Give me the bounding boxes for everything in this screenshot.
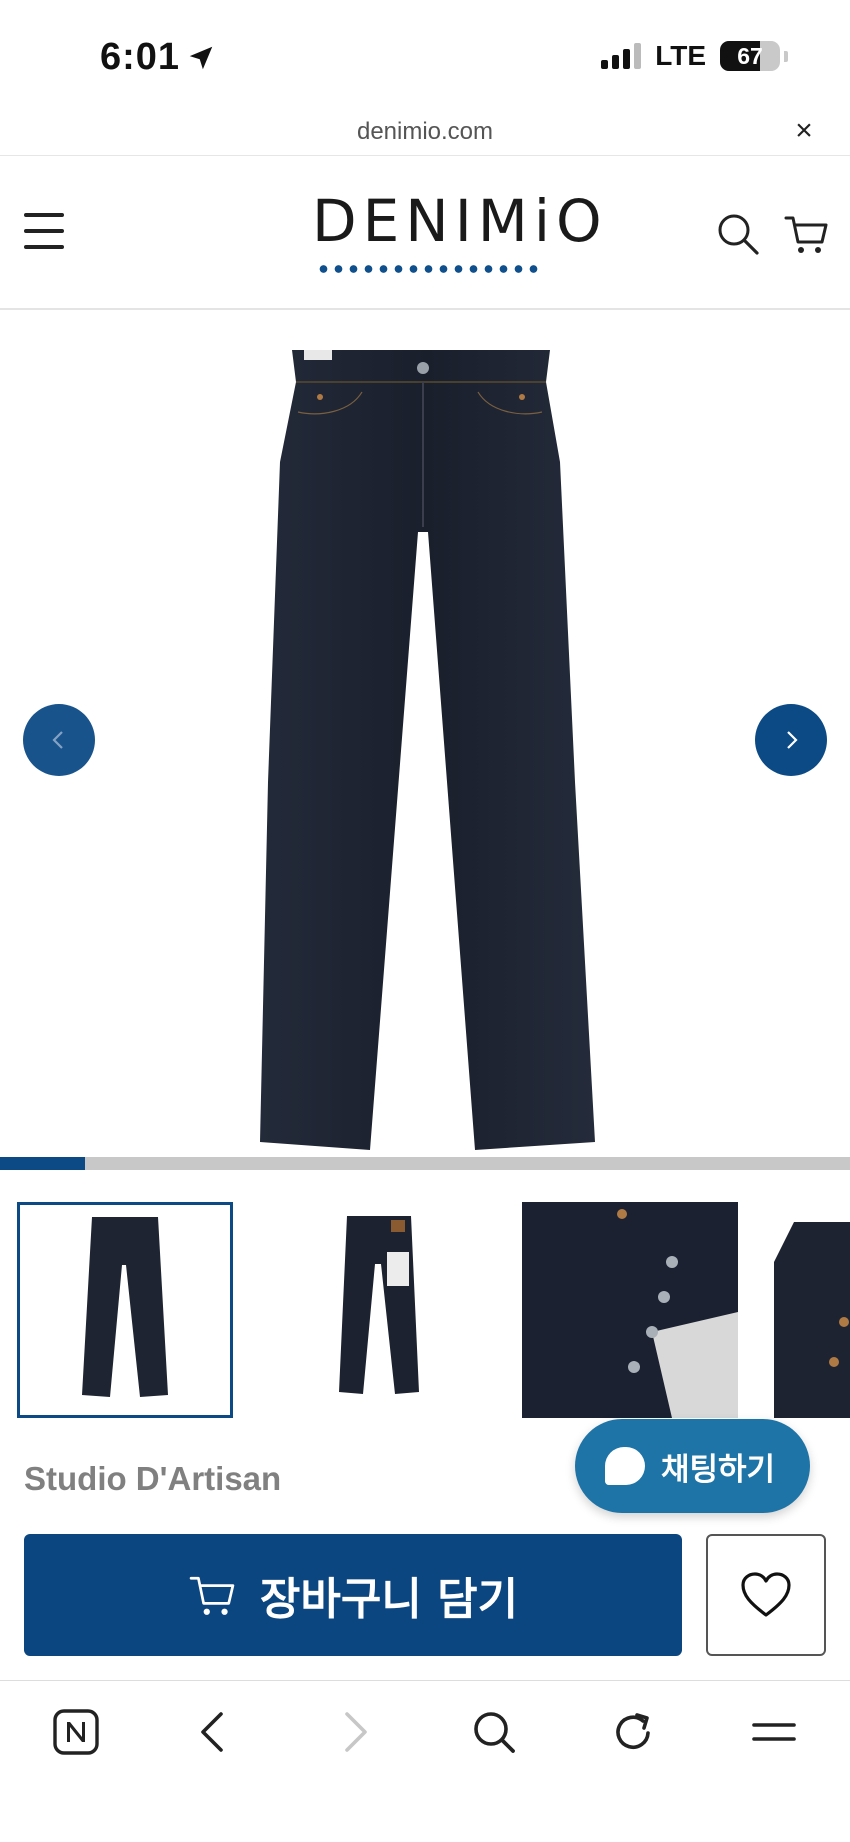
logo-dots bbox=[316, 265, 538, 273]
naver-home-button[interactable] bbox=[48, 1704, 104, 1760]
back-icon bbox=[201, 1712, 223, 1752]
cart-button[interactable] bbox=[784, 212, 828, 256]
add-to-cart-button[interactable]: 장바구니 담기 bbox=[24, 1534, 682, 1656]
site-header: DENIMiO bbox=[0, 157, 850, 310]
thumbnail-back[interactable] bbox=[269, 1202, 485, 1418]
clock: 6:01 bbox=[100, 36, 181, 78]
menu-button[interactable] bbox=[746, 1704, 802, 1760]
thumbnail-front[interactable] bbox=[17, 1202, 233, 1418]
add-to-cart-label: 장바구니 담기 bbox=[259, 1574, 519, 1625]
location-arrow-icon bbox=[189, 46, 213, 69]
chat-bubble-icon bbox=[605, 1447, 645, 1485]
site-logo[interactable]: DENIMiO bbox=[312, 187, 608, 281]
chevron-right-icon bbox=[787, 731, 798, 749]
back-button[interactable] bbox=[186, 1704, 242, 1760]
carousel-progress-bar bbox=[0, 1157, 850, 1170]
network-type: LTE bbox=[655, 40, 706, 71]
browser-url-bar[interactable]: denimio.com × bbox=[0, 110, 850, 156]
search-icon bbox=[718, 214, 759, 255]
cart-icon bbox=[784, 216, 828, 253]
browser-toolbar bbox=[0, 1680, 850, 1842]
heart-icon bbox=[741, 1572, 791, 1617]
search-icon bbox=[474, 1712, 515, 1753]
refresh-icon bbox=[616, 1713, 650, 1749]
status-bar: 6:01 LTE 67 bbox=[0, 0, 850, 110]
naver-icon bbox=[53, 1709, 99, 1755]
product-brand[interactable]: Studio D'Artisan bbox=[24, 1460, 281, 1498]
chat-label: 채팅하기 bbox=[661, 1451, 776, 1488]
menu-icon bbox=[752, 1723, 796, 1741]
carousel-next-button[interactable] bbox=[755, 704, 827, 776]
thumbnail-pocket-detail[interactable] bbox=[774, 1202, 850, 1418]
product-image-jeans-front bbox=[260, 350, 595, 1150]
carousel-progress-fill bbox=[0, 1157, 85, 1170]
product-image-carousel[interactable] bbox=[0, 312, 850, 1157]
forward-icon bbox=[345, 1712, 367, 1752]
cart-icon bbox=[189, 1576, 235, 1615]
battery-icon: 67 bbox=[720, 41, 780, 71]
thumbnail-strip[interactable] bbox=[0, 1202, 850, 1422]
search-button[interactable] bbox=[466, 1704, 522, 1760]
url-text[interactable]: denimio.com bbox=[0, 118, 850, 146]
status-time: 6:01 bbox=[100, 36, 216, 79]
cellular-signal-icon bbox=[601, 43, 642, 69]
menu-icon[interactable] bbox=[24, 213, 64, 249]
thumbnail-button-fly-detail[interactable] bbox=[522, 1202, 738, 1418]
chevron-left-icon bbox=[52, 731, 63, 749]
wishlist-button[interactable] bbox=[706, 1534, 826, 1656]
status-indicators: LTE 67 bbox=[601, 40, 788, 72]
forward-button[interactable] bbox=[326, 1704, 382, 1760]
refresh-button[interactable] bbox=[606, 1704, 662, 1760]
carousel-prev-button[interactable] bbox=[23, 704, 95, 776]
search-button[interactable] bbox=[716, 212, 760, 256]
chat-button[interactable]: 채팅하기 bbox=[575, 1419, 810, 1513]
close-icon[interactable]: × bbox=[790, 116, 818, 146]
logo-text: DENIMiO bbox=[312, 187, 608, 255]
battery-percent: 67 bbox=[737, 43, 763, 69]
